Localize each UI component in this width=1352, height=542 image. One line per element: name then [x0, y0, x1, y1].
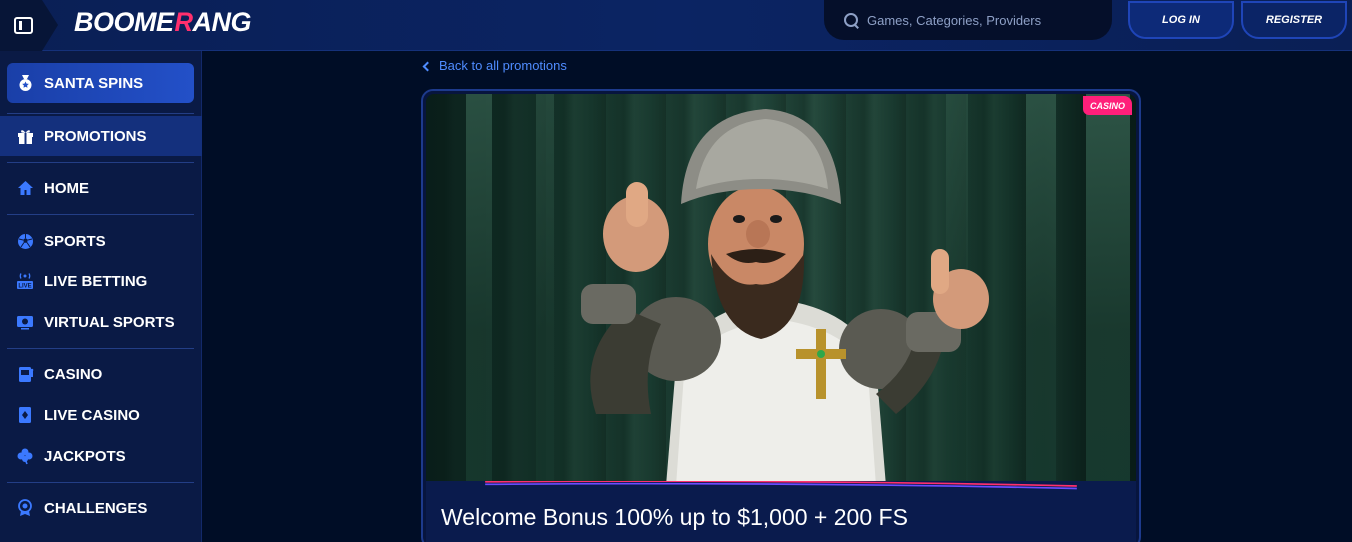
- rosette-icon: [16, 499, 34, 517]
- sidebar-item-label: VIRTUAL SPORTS: [44, 313, 175, 331]
- sidebar-item-jackpots[interactable]: JACKPOTS: [0, 436, 202, 476]
- sidebar-item-label: LIVE CASINO: [44, 406, 140, 424]
- playing-card-icon: [16, 406, 34, 424]
- sidebar-nav: SANTA SPINS PROMOTIONS HOME SPORTS LIVE …: [0, 51, 202, 542]
- sidebar-item-challenges[interactable]: CHALLENGES: [0, 488, 202, 528]
- search-icon: [844, 12, 859, 28]
- explorer-character-illustration: [581, 109, 989, 486]
- logo-text-start: BOOME: [74, 6, 174, 37]
- sidebar-item-live-casino[interactable]: LIVE CASINO: [0, 395, 202, 435]
- logo-text-accent: R: [173, 6, 193, 37]
- chevron-left-icon: [422, 61, 433, 71]
- virtual-screen-icon: [16, 313, 34, 331]
- register-button[interactable]: REGISTER: [1241, 1, 1347, 39]
- sidebar-item-santa-spins[interactable]: SANTA SPINS: [7, 63, 194, 103]
- search-bar[interactable]: [824, 0, 1112, 40]
- live-broadcast-icon: LIVE: [16, 272, 34, 290]
- sidebar-item-label: SANTA SPINS: [44, 74, 144, 92]
- sidebar-item-live-betting[interactable]: LIVE LIVE BETTING: [0, 261, 202, 301]
- decorative-stripes: [485, 481, 1077, 490]
- sidebar-item-promotions[interactable]: PROMOTIONS: [0, 116, 202, 156]
- sidebar-item-home[interactable]: HOME: [0, 168, 202, 208]
- logo-text-end: ANG: [192, 6, 252, 37]
- sidebar-divider: [7, 214, 194, 215]
- clover-icon: [16, 447, 34, 465]
- home-icon: [16, 179, 34, 197]
- sidebar-item-label: CASINO: [44, 365, 103, 383]
- medal-star-icon: [16, 74, 34, 92]
- login-button[interactable]: LOG IN: [1128, 1, 1234, 39]
- promotion-hero-image: CASINO: [426, 94, 1136, 486]
- back-to-promotions-link[interactable]: Back to all promotions: [422, 58, 567, 73]
- sidebar-toggle-button[interactable]: [0, 0, 58, 51]
- promotion-footer: Welcome Bonus 100% up to $1,000 + 200 FS: [426, 481, 1136, 542]
- sidebar-item-label: LIVE BETTING: [44, 272, 148, 290]
- search-input[interactable]: [867, 12, 1087, 28]
- sidebar-item-virtual-sports[interactable]: VIRTUAL SPORTS: [0, 302, 202, 342]
- slot-machine-icon: [16, 365, 34, 383]
- soccer-ball-icon: [16, 232, 34, 250]
- sidebar-item-label: PROMOTIONS: [44, 127, 147, 145]
- sidebar-item-label: SPORTS: [44, 232, 106, 250]
- top-header: BOOMERANG LOG IN REGISTER: [0, 0, 1352, 51]
- sidebar-item-sports[interactable]: SPORTS: [0, 221, 202, 261]
- sidebar-divider: [7, 162, 194, 163]
- sidebar-toggle-icon: [14, 17, 33, 34]
- sidebar-item-label: JACKPOTS: [44, 447, 126, 465]
- back-link-label: Back to all promotions: [439, 58, 567, 73]
- category-badge: CASINO: [1083, 96, 1132, 115]
- promotion-title: Welcome Bonus 100% up to $1,000 + 200 FS: [441, 504, 908, 530]
- gift-icon: [16, 127, 34, 145]
- promotion-card[interactable]: CASINO Welcome Bonus 100% up to $1,000 +…: [421, 89, 1141, 542]
- sidebar-divider: [7, 482, 194, 483]
- svg-text:LIVE: LIVE: [18, 284, 31, 290]
- sidebar-item-label: HOME: [44, 179, 89, 197]
- sidebar-divider: [7, 348, 194, 349]
- brand-logo[interactable]: BOOME R ANG: [74, 6, 252, 37]
- sidebar-divider: [7, 113, 194, 114]
- sidebar-item-casino[interactable]: CASINO: [0, 354, 202, 394]
- sidebar-item-label: CHALLENGES: [44, 499, 148, 517]
